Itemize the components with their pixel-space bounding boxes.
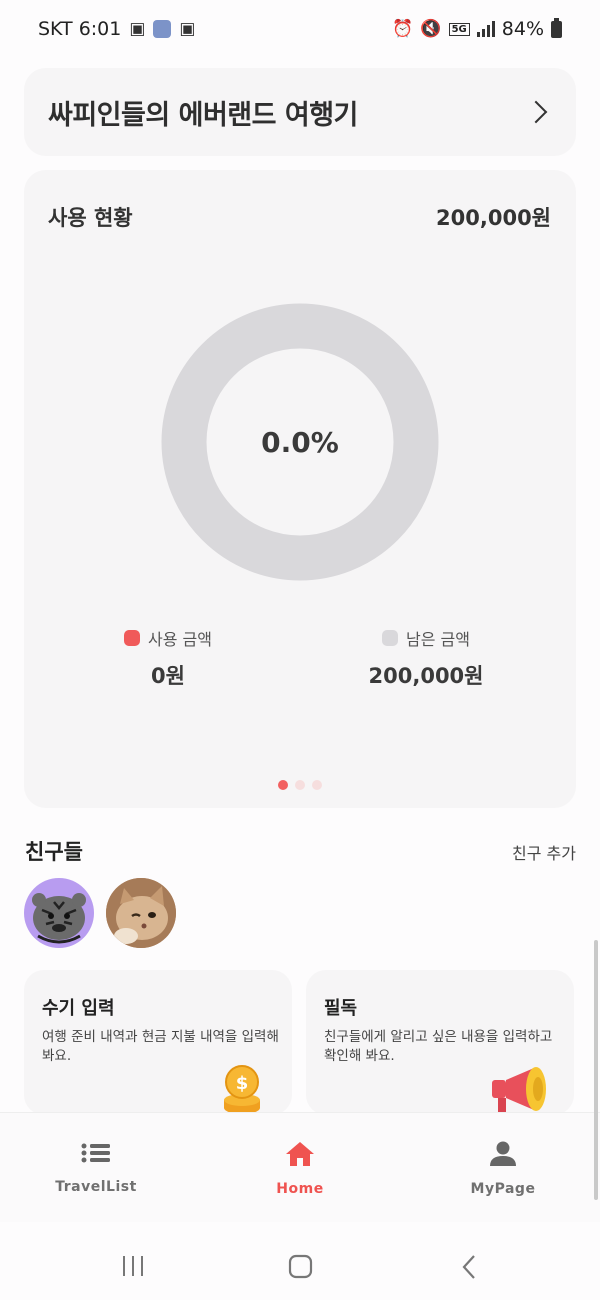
nav-home[interactable]: Home [240, 1141, 360, 1197]
megaphone-icon [492, 1067, 546, 1112]
must-read-card[interactable]: 필독 친구들에게 알리고 싶은 내용을 입력하고 확인해 봐요. [306, 970, 574, 1115]
feature-description: 여행 준비 내역과 현금 지불 내역을 입력해 봐요. [42, 1029, 279, 1064]
nav-travellist[interactable]: TravelList [36, 1141, 156, 1195]
tiger-avatar-icon [32, 893, 86, 944]
home-icon [286, 1142, 314, 1166]
used-color-dot [124, 630, 141, 646]
system-navigation-bar [0, 1222, 600, 1300]
list-icon [81, 1143, 110, 1163]
feature-title: 필독 [324, 998, 358, 1019]
nav-label: MyPage [470, 1181, 536, 1197]
usage-total: 200,000원 [436, 206, 551, 230]
remaining-value: 200,000원 [368, 664, 484, 688]
page-dot[interactable] [295, 780, 305, 790]
usage-card[interactable]: 사용 현황 200,000원 0.0% 사용 금액 0원 남은 금액 200,0… [24, 170, 576, 808]
page-indicator[interactable] [278, 780, 322, 790]
usage-donut-chart: 0.0% [161, 303, 439, 581]
feature-description: 친구들에게 알리고 싶은 내용을 입력하고 확인해 봐요. [324, 1029, 553, 1064]
screenshot-icon: ▣ [179, 19, 196, 39]
feature-title: 수기 입력 [42, 998, 115, 1019]
mute-icon: 🔇 [420, 19, 442, 39]
network-type: 5G [448, 22, 470, 36]
page-dot[interactable] [312, 780, 322, 790]
remaining-color-dot [382, 630, 399, 646]
page-dot-active[interactable] [278, 780, 288, 790]
screenshot-icon: ▣ [129, 19, 146, 39]
nav-mypage[interactable]: MyPage [443, 1141, 563, 1197]
trip-title: 싸피인들의 에버랜드 여행기 [48, 99, 358, 131]
person-icon [490, 1141, 516, 1166]
battery-percent: 84% [501, 18, 544, 40]
bottom-navigation: TravelList Home MyPage [0, 1112, 600, 1223]
chevron-right-icon [524, 100, 548, 124]
remaining-label: 남은 금액 [406, 630, 470, 649]
add-friend-button[interactable]: 친구 추가 [512, 840, 576, 864]
manual-entry-card[interactable]: 수기 입력 여행 준비 내역과 현금 지불 내역을 입력해 봐요. $ [24, 970, 292, 1115]
back-icon[interactable] [460, 1254, 480, 1280]
alarm-icon: ⏰ [392, 19, 414, 39]
home-nav-icon[interactable] [288, 1254, 314, 1280]
usage-label: 사용 현황 [48, 206, 133, 230]
nav-label: TravelList [55, 1179, 137, 1195]
friend-avatar-cat[interactable] [106, 878, 176, 948]
trip-title-card[interactable]: 싸피인들의 에버랜드 여행기 [24, 68, 576, 156]
scrollbar[interactable] [594, 940, 598, 1200]
carrier-time: SKT 6:01 [38, 18, 122, 40]
legend-remaining: 남은 금액 200,000원 [326, 626, 526, 690]
coin-stack-icon: $ [224, 1065, 260, 1114]
app-notification-icon [153, 20, 172, 38]
battery-icon [551, 17, 562, 38]
usage-percent: 0.0% [261, 425, 339, 459]
used-label: 사용 금액 [148, 630, 212, 649]
svg-text:$: $ [236, 1073, 249, 1094]
friends-title: 친구들 [25, 840, 83, 864]
friend-avatar-tiger[interactable] [24, 878, 94, 948]
legend-used: 사용 금액 0원 [68, 626, 268, 690]
recent-apps-icon[interactable] [120, 1254, 146, 1278]
cat-avatar-icon [106, 878, 176, 948]
signal-icon [476, 21, 495, 37]
used-value: 0원 [151, 664, 185, 688]
nav-label: Home [276, 1181, 324, 1197]
status-bar: SKT 6:01 ▣ ▣ ⏰ 🔇 5G 84% [0, 0, 600, 58]
